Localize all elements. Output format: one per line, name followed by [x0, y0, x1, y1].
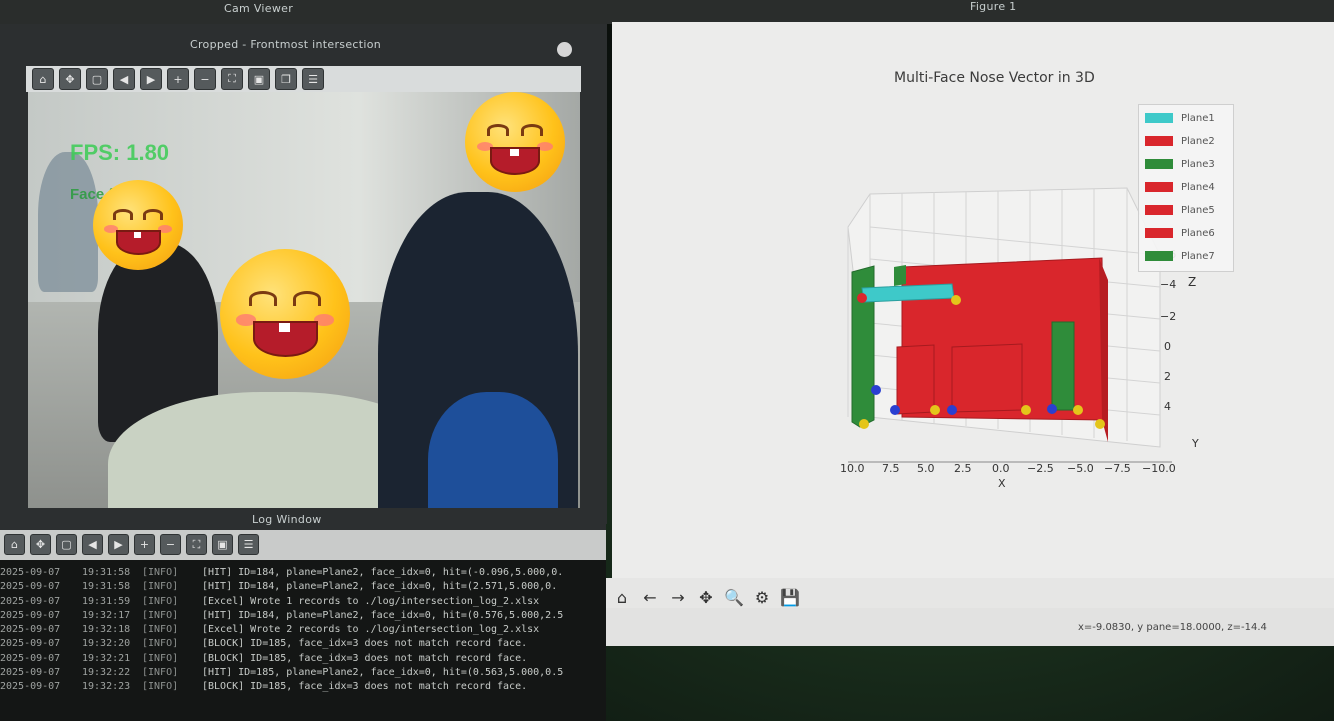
camera-feed: FPS: 1.80 Face flip: 180: [28, 92, 580, 532]
forward-icon[interactable]: ▶: [108, 534, 129, 555]
z-tick-label: −4: [1160, 278, 1177, 291]
settings-icon[interactable]: ☰: [238, 534, 259, 555]
x-tick-label: 2.5: [954, 462, 972, 475]
y-axis-label: Y: [1192, 437, 1199, 450]
home-icon[interactable]: ⌂: [4, 534, 25, 555]
legend-swatch-plane3: [1145, 159, 1173, 169]
log-line: 2025-09-07 19:32:17 [INFO] [HIT] ID=184, pl…: [0, 609, 564, 621]
z-tick-label: 4: [1164, 400, 1171, 413]
home-icon[interactable]: ⌂: [612, 586, 632, 608]
x-tick-label: −10.0: [1142, 462, 1176, 475]
zoom-icon[interactable]: ▢: [86, 68, 108, 90]
log-window: Log Window ⌂ ✥ ▢ ◀ ▶ + − ⛶ ▣ ☰ 2025-09-0…: [0, 508, 606, 721]
camera-window-titlebar[interactable]: Cropped - Frontmost intersection: [0, 30, 607, 57]
fps-overlay: FPS: 1.80: [70, 140, 170, 165]
back-icon[interactable]: ◀: [113, 68, 135, 90]
pan-icon[interactable]: ✥: [696, 586, 716, 608]
x-tick-label: 0.0: [992, 462, 1010, 475]
x-axis-label: X: [998, 477, 1006, 490]
save-icon[interactable]: ▣: [212, 534, 233, 555]
log-window-title: Log Window: [252, 513, 322, 526]
camera-window-title: Cropped - Frontmost intersection: [190, 38, 382, 51]
legend-item: Plane2: [1145, 132, 1215, 150]
x-tick-label: −5.0: [1067, 462, 1094, 475]
forward-icon[interactable]: ▶: [140, 68, 162, 90]
pan-icon[interactable]: ✥: [30, 534, 51, 555]
zoom-in-icon[interactable]: +: [167, 68, 189, 90]
camera-toolbar: ⌂ ✥ ▢ ◀ ▶ + − ⛶ ▣ ❐ ☰: [26, 66, 581, 92]
save-icon[interactable]: 💾: [780, 586, 800, 608]
camera-window: Cropped - Frontmost intersection ⌂ ✥ ▢ ◀…: [0, 24, 607, 532]
fit-icon[interactable]: ⛶: [221, 68, 243, 90]
log-output[interactable]: 2025-09-07 19:31:58 [INFO] [HIT] ID=184, pl…: [0, 564, 640, 721]
zoom-out-icon[interactable]: −: [160, 534, 181, 555]
figure-canvas[interactable]: Multi-Face Nose Vector in 3D 10.0 7.5 5.…: [612, 22, 1334, 582]
home-icon[interactable]: ⌂: [32, 68, 54, 90]
legend-swatch-plane4: [1145, 182, 1173, 192]
x-tick-label: −7.5: [1104, 462, 1131, 475]
settings-icon[interactable]: ☰: [302, 68, 324, 90]
x-tick-label: −2.5: [1027, 462, 1054, 475]
smiley-emoji-icon: [220, 249, 350, 379]
z-tick-label: 2: [1164, 370, 1171, 383]
legend-swatch-plane5: [1145, 205, 1173, 215]
legend-swatch-plane1: [1145, 113, 1173, 123]
plane7-surface: [1051, 321, 1075, 411]
x-tick-label: 5.0: [917, 462, 935, 475]
pan-icon[interactable]: ✥: [59, 68, 81, 90]
legend-swatch-plane2: [1145, 136, 1173, 146]
legend-swatch-plane7: [1145, 251, 1173, 261]
configure-icon[interactable]: ⚙: [752, 586, 772, 608]
close-icon[interactable]: [557, 42, 572, 57]
plane3-top: [894, 265, 906, 286]
figure-window: Multi-Face Nose Vector in 3D 10.0 7.5 5.…: [606, 0, 1334, 660]
z-tick-label: −2: [1160, 310, 1177, 323]
save-icon[interactable]: ▣: [248, 68, 270, 90]
legend-item: Plane5: [1145, 201, 1215, 219]
zoom-out-icon[interactable]: −: [194, 68, 216, 90]
back-icon[interactable]: ◀: [82, 534, 103, 555]
legend-item: Plane1: [1145, 109, 1215, 127]
legend-item: Plane3: [1145, 155, 1215, 173]
z-tick-label: 0: [1164, 340, 1171, 353]
x-tick-label: 7.5: [882, 462, 900, 475]
log-line: 2025-09-07 19:32:23 [INFO] [BLOCK] ID=185, …: [0, 681, 528, 693]
plane4-surface: [896, 344, 935, 415]
smiley-emoji-icon: [465, 92, 565, 192]
back-icon[interactable]: ←: [640, 586, 660, 608]
plane5-surface: [951, 343, 1023, 413]
smiley-emoji-icon: [93, 180, 183, 270]
copy-icon[interactable]: ❐: [275, 68, 297, 90]
z-axis-label: Z: [1188, 275, 1197, 289]
log-line: 2025-09-07 19:31:58 [INFO] [HIT] ID=184, pl…: [0, 581, 558, 593]
legend-swatch-plane6: [1145, 228, 1173, 238]
log-line: 2025-09-07 19:32:22 [INFO] [HIT] ID=185, pl…: [0, 667, 564, 679]
forward-icon[interactable]: →: [668, 586, 688, 608]
zoom-in-icon[interactable]: +: [134, 534, 155, 555]
log-line: 2025-09-07 19:32:18 [INFO] [Excel] Wrote 2 …: [0, 624, 540, 636]
cursor-coordinates: x=-9.0830, y pane=18.0000, z=-14.4: [1078, 622, 1267, 633]
log-line: 2025-09-07 19:31:59 [INFO] [Excel] Wrote 1 …: [0, 595, 540, 607]
background-person: [38, 152, 98, 292]
plot-legend: Plane1 Plane2 Plane3 Plane4 Plane5 Plane…: [1138, 104, 1234, 272]
screen-photo: Cam Viewer Figure 1 Cropped - Frontmost …: [0, 0, 1334, 721]
figure-statusbar: x=-9.0830, y pane=18.0000, z=-14.4: [606, 608, 1334, 646]
left-top-title: Cam Viewer: [224, 2, 294, 15]
legend-item: Plane4: [1145, 178, 1215, 196]
log-line: 2025-09-07 19:32:20 [INFO] [BLOCK] ID=185, …: [0, 638, 528, 650]
zoom-icon[interactable]: 🔍: [724, 586, 744, 608]
log-line: 2025-09-07 19:32:21 [INFO] [BLOCK] ID=185, …: [0, 652, 528, 664]
zoom-icon[interactable]: ▢: [56, 534, 77, 555]
log-line: 2025-09-07 19:31:58 [INFO] [HIT] ID=184, pl…: [0, 567, 564, 578]
x-tick-label: 10.0: [840, 462, 865, 475]
log-toolbar: ⌂ ✥ ▢ ◀ ▶ + − ⛶ ▣ ☰: [0, 530, 606, 560]
fit-icon[interactable]: ⛶: [186, 534, 207, 555]
log-window-titlebar[interactable]: Log Window: [0, 508, 606, 530]
legend-item: Plane6: [1145, 224, 1215, 242]
legend-item: Plane7: [1145, 247, 1215, 265]
